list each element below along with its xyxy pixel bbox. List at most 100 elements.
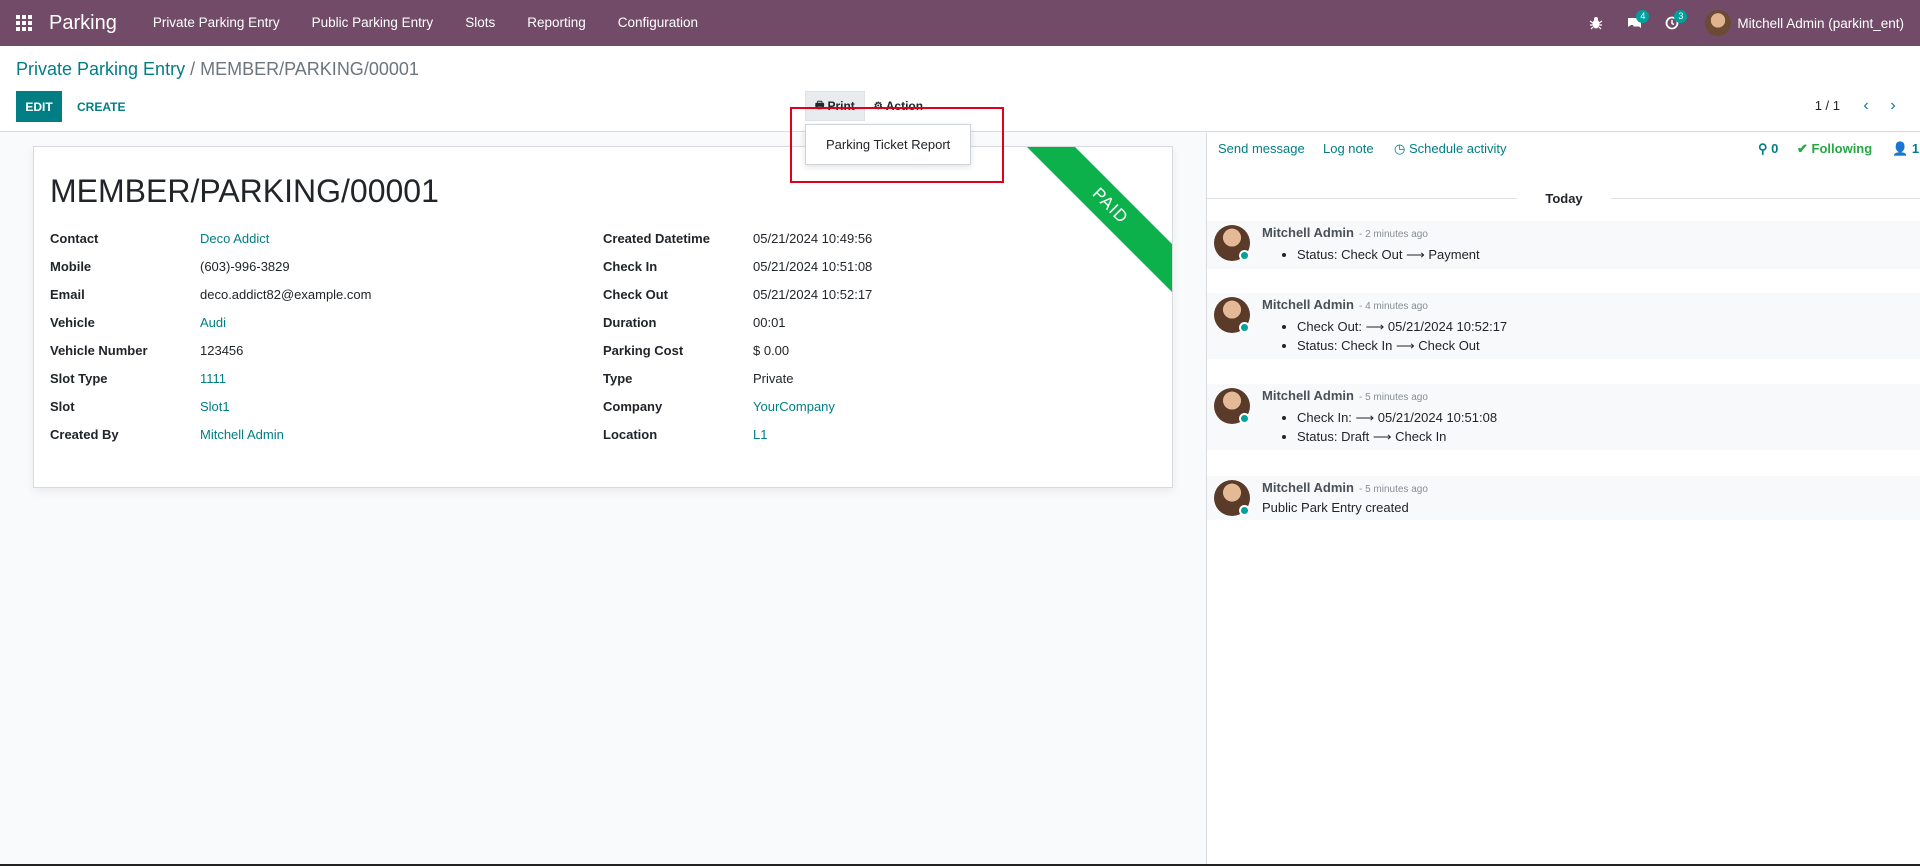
message-author: Mitchell Admin - 5 minutes ago [1262, 480, 1428, 495]
field-value-link[interactable]: 1111 [200, 371, 226, 386]
author-name[interactable]: Mitchell Admin [1262, 388, 1354, 403]
tracking-line: Status: Check In ⟶ Check Out [1297, 336, 1507, 355]
message-date: - 2 minutes ago [1358, 229, 1428, 240]
schedule-activity-button[interactable]: ◷ Schedule activity [1394, 141, 1507, 157]
field-value: 123456 [200, 343, 244, 358]
field-label: Duration [603, 315, 657, 330]
menu-configuration[interactable]: Configuration [602, 0, 714, 46]
date-separator: Today [1207, 188, 1920, 208]
chevron-right-icon[interactable]: › [1881, 94, 1905, 118]
date-separator-label: Today [1545, 190, 1583, 206]
message-body: Public Park Entry created [1262, 500, 1409, 515]
field-value: deco.addict82@example.com [200, 287, 372, 302]
app-brand[interactable]: Parking [49, 12, 117, 35]
field-label: Contact [50, 231, 99, 246]
followers-button[interactable]: 👤 1 [1892, 141, 1919, 157]
field-value-link[interactable]: Audi [200, 315, 226, 330]
field-label: Location [603, 427, 658, 442]
create-button[interactable]: CREATE [68, 91, 134, 122]
activity-clock-icon[interactable]: 3 [1653, 0, 1691, 46]
online-status-icon [1239, 505, 1250, 516]
field-label: Email [50, 287, 85, 302]
breadcrumb-parent-link[interactable]: Private Parking Entry [16, 59, 185, 79]
breadcrumb-separator: / [190, 59, 196, 79]
menu-slots[interactable]: Slots [449, 0, 511, 46]
field-value-link[interactable]: Mitchell Admin [200, 427, 284, 442]
field-value: $ 0.00 [753, 343, 790, 358]
field-label: Vehicle [50, 315, 95, 330]
user-avatar [1705, 10, 1732, 36]
attachments-count: 0 [1771, 141, 1779, 156]
print-dropdown-menu: Parking Ticket Report [805, 124, 971, 165]
user-name: Mitchell Admin (parkint_ent) [1737, 15, 1904, 31]
author-name[interactable]: Mitchell Admin [1262, 225, 1354, 240]
schedule-activity-label: Schedule activity [1408, 141, 1507, 156]
tracking-line: Status: Draft ⟶ Check In [1297, 427, 1497, 446]
chatter-message: Mitchell Admin - 2 minutes ago Status: Ch… [1207, 221, 1920, 269]
field-value: 05/21/2024 10:52:17 [753, 287, 873, 302]
check-icon: ✔ [1797, 141, 1808, 156]
tracking-line: Status: Check Out ⟶ Payment [1297, 245, 1480, 264]
action-label: Action [885, 99, 924, 113]
messages-icon[interactable]: 4 [1615, 0, 1653, 46]
tracking-values: Status: Check Out ⟶ Payment [1297, 245, 1480, 264]
followers-count: 1 [1911, 141, 1920, 156]
author-name[interactable]: Mitchell Admin [1262, 297, 1354, 312]
author-name[interactable]: Mitchell Admin [1262, 480, 1354, 495]
field-value-link[interactable]: YourCompany [753, 399, 835, 414]
send-message-button[interactable]: Send message [1218, 141, 1305, 156]
chatter-message: Mitchell Admin - 4 minutes ago Check Out:… [1207, 293, 1920, 359]
form-area: PAID MEMBER/PARKING/00001 Contact Deco A… [0, 133, 1206, 866]
message-date: - 5 minutes ago [1358, 484, 1428, 495]
control-panel: Private Parking Entry / MEMBER/PARKING/0… [0, 46, 1920, 132]
action-button[interactable]: ⚙ Action [865, 91, 932, 121]
message-author: Mitchell Admin - 2 minutes ago [1262, 225, 1428, 240]
chatter-message: Mitchell Admin - 5 minutes ago Check In: … [1207, 384, 1920, 450]
field-label: Company [603, 399, 663, 414]
breadcrumb: Private Parking Entry / MEMBER/PARKING/0… [16, 59, 419, 80]
following-label: Following [1811, 141, 1873, 156]
field-label: Vehicle Number [50, 343, 148, 358]
menu-private-parking-entry[interactable]: Private Parking Entry [137, 0, 296, 46]
log-note-button[interactable]: Log note [1323, 141, 1374, 156]
field-value-link[interactable]: Deco Addict [200, 231, 269, 246]
attachments-button[interactable]: ⚲ 0 [1758, 141, 1778, 157]
print-label: Print [827, 99, 855, 113]
chatter-panel: Send message Log note ◷ Schedule activit… [1206, 133, 1920, 866]
gear-icon: ⚙ [873, 100, 883, 112]
chevron-left-icon[interactable]: ‹ [1854, 94, 1878, 118]
paperclip-icon: ⚲ [1758, 141, 1768, 156]
chatter-topbar: Send message Log note ◷ Schedule activit… [1207, 133, 1920, 169]
clock-icon: ◷ [1394, 141, 1406, 156]
print-button[interactable]: 🖶 Print [805, 91, 865, 121]
field-label: Created By [50, 427, 119, 442]
messages-badge: 4 [1636, 10, 1650, 23]
menu-reporting[interactable]: Reporting [511, 0, 602, 46]
field-value: Private [753, 371, 794, 386]
online-status-icon [1239, 322, 1250, 333]
tracking-values: Check Out: ⟶ 05/21/2024 10:52:17 Status:… [1297, 317, 1507, 355]
message-author: Mitchell Admin - 4 minutes ago [1262, 297, 1428, 312]
field-label: Mobile [50, 259, 92, 274]
field-label: Slot [50, 399, 75, 414]
dropdown-item-parking-ticket-report[interactable]: Parking Ticket Report [806, 131, 970, 158]
online-status-icon [1239, 413, 1250, 424]
field-value: (603)-996-3829 [200, 259, 290, 274]
bug-icon[interactable] [1577, 0, 1615, 46]
field-label: Check In [603, 259, 658, 274]
following-button[interactable]: ✔ Following [1797, 141, 1872, 157]
apps-menu-icon[interactable] [0, 0, 48, 46]
field-value-link[interactable]: Slot1 [200, 399, 230, 414]
message-author: Mitchell Admin - 5 minutes ago [1262, 388, 1428, 403]
record-title: MEMBER/PARKING/00001 [50, 173, 439, 209]
pager-value[interactable]: 1 / 1 [1815, 98, 1840, 113]
menu-public-parking-entry[interactable]: Public Parking Entry [296, 0, 450, 46]
message-date: - 4 minutes ago [1358, 301, 1428, 312]
edit-button[interactable]: EDIT [16, 91, 62, 122]
field-label: Created Datetime [603, 231, 710, 246]
user-menu[interactable]: Mitchell Admin (parkint_ent) [1691, 0, 1920, 46]
field-value-link[interactable]: L1 [753, 427, 767, 442]
tracking-line: Check In: ⟶ 05/21/2024 10:51:08 [1297, 408, 1497, 427]
field-value: 05/21/2024 10:49:56 [753, 231, 873, 246]
top-navbar: Parking Private Parking Entry Public Par… [0, 0, 1920, 46]
